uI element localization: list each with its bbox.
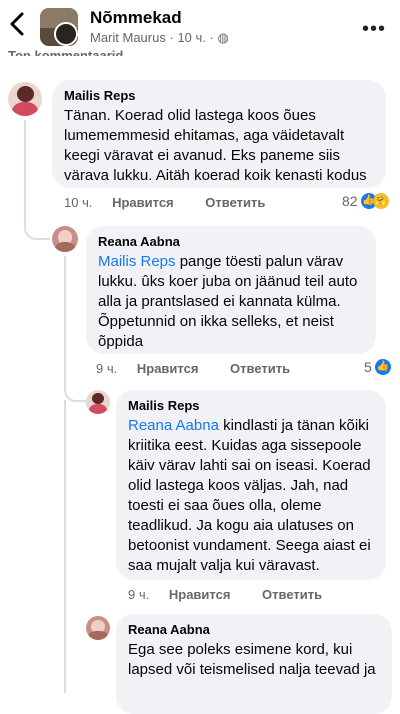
avatar[interactable] [86, 390, 110, 414]
comment-body: kindlasti ja tänan kõiki kriitika eest. … [128, 417, 371, 574]
comment-author[interactable]: Mailis Reps [64, 88, 374, 103]
reply-button[interactable]: Ответить [230, 361, 290, 376]
thread-line [64, 400, 66, 693]
thread-line [64, 256, 66, 386]
more-options-icon[interactable]: ••• [362, 18, 386, 41]
comment-author[interactable]: Reana Aabna [98, 234, 364, 249]
post-header: Nõmmekad Marit Maurus · 10 ч. · ◍ ••• [0, 0, 400, 52]
reaction-count[interactable]: 82 👍 🤗 [342, 193, 389, 209]
comment-time: 10 ч. [64, 195, 93, 210]
comment-text: Reana Aabna kindlasti ja tänan kõiki kri… [128, 416, 374, 576]
like-button[interactable]: Нравится [169, 587, 231, 602]
like-button[interactable]: Нравится [112, 195, 174, 210]
post-meta: Marit Maurus · 10 ч. · ◍ [90, 30, 229, 45]
like-button[interactable]: Нравится [137, 361, 199, 376]
comment-text: Mailis Reps pange töesti palun värav luk… [98, 252, 364, 352]
thread-elbow [24, 220, 50, 240]
mention-link[interactable]: Mailis Reps [98, 253, 176, 270]
back-arrow-icon[interactable] [6, 10, 30, 38]
comment-author[interactable]: Mailis Reps [128, 398, 374, 413]
mention-link[interactable]: Reana Aabna [128, 417, 219, 434]
comment-actions: 9 ч. Нравится Ответить [96, 361, 318, 376]
comment-time: 9 ч. [128, 587, 150, 602]
comment-text: Ega see poleks esimene kord, kui lapsed … [128, 641, 376, 678]
reaction-count[interactable]: 5 👍 [364, 359, 391, 375]
group-name[interactable]: Nõmmekad [90, 8, 182, 28]
reply-button[interactable]: Ответить [262, 587, 322, 602]
comment-actions: 10 ч. Нравится Ответить [64, 195, 293, 210]
comment-actions: 9 ч. Нравится Ответить [128, 587, 350, 602]
reaction-number: 82 [342, 193, 358, 209]
thread-line [24, 120, 26, 228]
section-label: Top kommentaarid [8, 48, 124, 56]
comment-text: Tänan. Koerad olid lastega koos õues lum… [64, 107, 367, 184]
reaction-number: 5 [364, 359, 372, 375]
thread-elbow [64, 378, 88, 402]
comment-bubble: Mailis Reps Reana Aabna kindlasti ja tän… [116, 390, 386, 580]
globe-icon: ◍ [217, 30, 229, 45]
comment-author[interactable]: Reana Aabna [128, 622, 380, 637]
reply-button[interactable]: Ответить [205, 195, 265, 210]
care-reaction-icon: 🤗 [372, 193, 389, 209]
comment-bubble: Mailis Reps Tänan. Koerad olid lastega k… [52, 80, 386, 188]
like-reaction-icon: 👍 [374, 359, 391, 375]
avatar[interactable] [8, 82, 42, 116]
avatar[interactable] [86, 616, 110, 640]
comment-bubble: Reana Aabna Ega see poleks esimene kord,… [116, 614, 392, 714]
comment-bubble: Reana Aabna Mailis Reps pange töesti pal… [86, 226, 376, 354]
post-author[interactable]: Marit Maurus [90, 30, 166, 45]
comment-time: 9 ч. [96, 361, 118, 376]
avatar[interactable] [52, 226, 78, 252]
post-time: 10 ч. [177, 30, 206, 45]
group-avatar[interactable] [40, 8, 78, 46]
